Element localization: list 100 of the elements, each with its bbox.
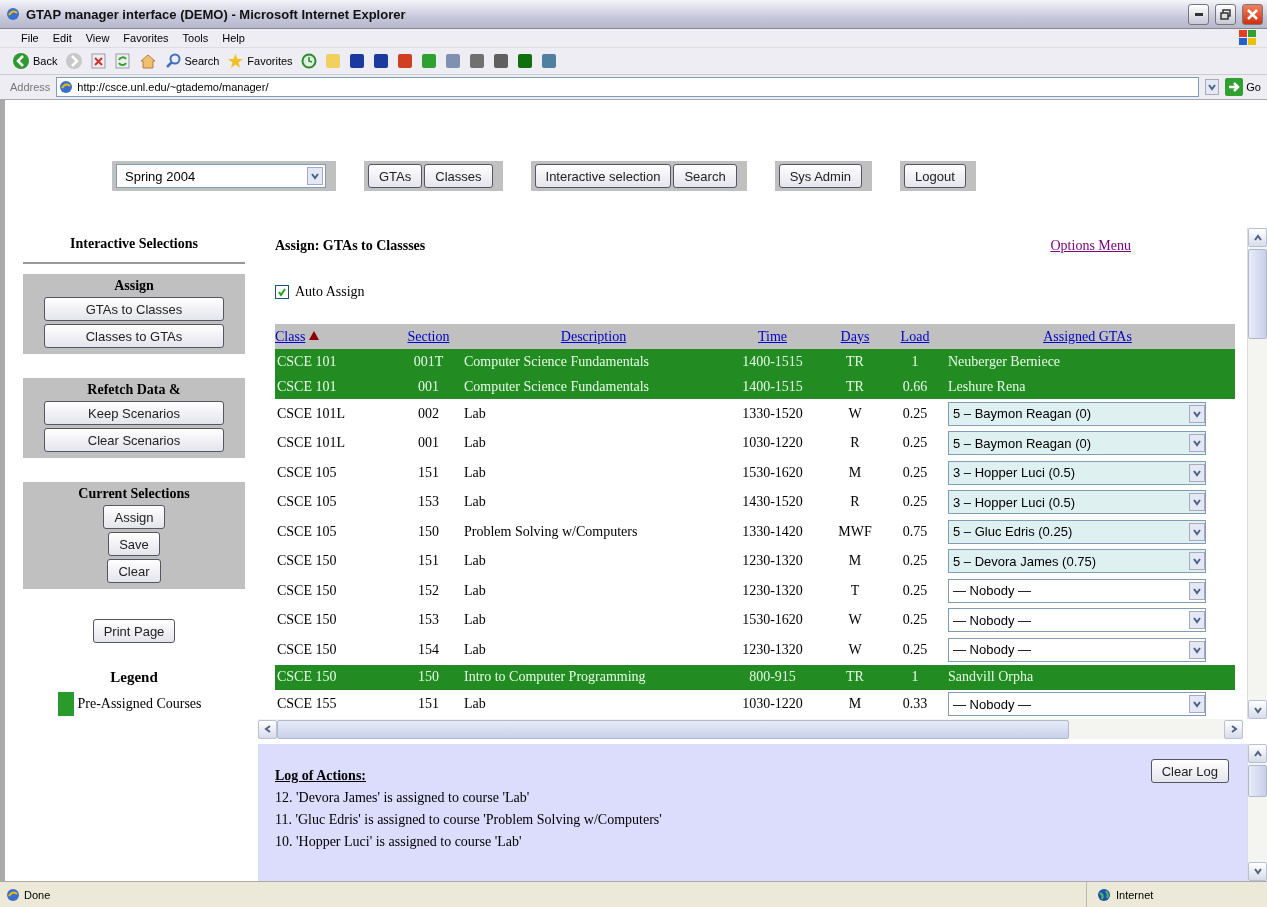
- table-cell: 150: [395, 664, 462, 690]
- sidebar-button[interactable]: GTAs to Classes: [44, 297, 224, 321]
- gta-select[interactable]: 3 – Hopper Luci (0.5): [948, 490, 1206, 515]
- gta-select[interactable]: 5 – Devora James (0.75): [948, 549, 1206, 574]
- toolbar-square-icon[interactable]: [540, 53, 557, 69]
- stop-icon[interactable]: [91, 53, 108, 69]
- menu-item[interactable]: File: [14, 32, 46, 44]
- table-cell-text: 152: [417, 581, 440, 600]
- table-cell-text: 0.25: [901, 640, 929, 659]
- gta-select[interactable]: — Nobody —: [948, 608, 1206, 633]
- menu-item[interactable]: View: [78, 32, 117, 44]
- gta-select[interactable]: 5 – Baymon Reagan (0): [948, 401, 1206, 426]
- table-cell-text: Lab: [463, 581, 487, 600]
- table-cell-text: Lab: [463, 434, 487, 453]
- table-cell-text: R: [849, 434, 861, 453]
- refresh-icon[interactable]: [115, 53, 132, 69]
- address-dropdown[interactable]: [1205, 79, 1220, 95]
- options-link[interactable]: Options Menu: [1050, 238, 1131, 254]
- gta-select[interactable]: 5 – Gluc Edris (0.25): [948, 519, 1206, 544]
- nav-button[interactable]: Logout: [904, 164, 966, 188]
- gta-select[interactable]: 3 – Hopper Luci (0.5): [948, 460, 1206, 485]
- windows-flag-icon: [1237, 28, 1259, 48]
- window-title: GTAP manager interface (DEMO) - Microsoft Internet Explorer: [26, 6, 407, 22]
- legend-label: Pre-Assigned Courses: [77, 696, 202, 712]
- table-cell-text: 0.25: [901, 552, 929, 571]
- clear-log-button[interactable]: Clear Log: [1150, 759, 1229, 784]
- menu-item[interactable]: Tools: [175, 32, 216, 44]
- auto-assign-label: Auto Assign: [295, 284, 365, 300]
- table-cell: 001T: [395, 349, 462, 374]
- log-entry: 10. 'Hopper Luci' is assigned to course 'Lab': [275, 834, 523, 851]
- horizontal-scrollbar[interactable]: [258, 719, 1243, 740]
- address-field[interactable]: http://csce.unl.edu/~gtademo/manager/: [56, 77, 1200, 97]
- scrollbar-thumb[interactable]: [1248, 249, 1267, 339]
- table-cell: 001: [395, 374, 462, 399]
- table-cell-text: W: [847, 640, 863, 659]
- gta-select[interactable]: — Nobody —: [948, 692, 1206, 717]
- toolbar-square-icon[interactable]: [348, 53, 365, 69]
- table-cell: W: [820, 399, 890, 429]
- menu-item[interactable]: Edit: [45, 32, 79, 44]
- auto-assign-checkbox[interactable]: [275, 285, 289, 299]
- gta-select[interactable]: 5 – Baymon Reagan (0): [948, 431, 1206, 456]
- scrollbar-thumb[interactable]: [1248, 765, 1267, 798]
- toolbar-square-icon[interactable]: [372, 53, 389, 69]
- nav-button[interactable]: Interactive selection: [534, 164, 672, 188]
- table-cell-text: CSCE 150: [276, 640, 338, 659]
- table-cell-text: 1230-1320: [741, 640, 804, 659]
- sidebar-button[interactable]: Classes to GTAs: [44, 324, 224, 348]
- table-cell: 1400-1515: [725, 374, 820, 399]
- table-cell: CSCE 155: [275, 689, 395, 719]
- table-cell: 0.25: [890, 399, 940, 429]
- table-cell: CSCE 101: [275, 374, 395, 399]
- table-cell: Lab: [462, 399, 725, 429]
- table-cell-text: 0.25: [901, 434, 929, 453]
- close-icon: [1247, 8, 1258, 20]
- table-cell: 002: [395, 399, 462, 429]
- print-button[interactable]: Print Page: [92, 619, 176, 643]
- sidebar-button[interactable]: Assign: [103, 505, 165, 529]
- table-cell-text: Lab: [463, 552, 487, 571]
- toolbar-square-icon[interactable]: [516, 53, 533, 69]
- column-header[interactable]: Assigned GTAs: [1043, 328, 1132, 344]
- table-cell-text: MWF: [837, 522, 873, 541]
- nav-button[interactable]: GTAs: [368, 164, 423, 188]
- vertical-scrollbar[interactable]: [1247, 744, 1267, 881]
- table-cell-text: 153: [417, 611, 440, 630]
- sidebar-button[interactable]: Clear: [107, 559, 161, 583]
- nav-button[interactable]: Sys Admin: [778, 164, 863, 188]
- go-button[interactable]: Go: [1225, 78, 1267, 96]
- table-cell: 1: [890, 664, 940, 690]
- menu-item[interactable]: Help: [215, 32, 252, 44]
- home-icon[interactable]: [139, 53, 158, 69]
- toolbar-square-icon[interactable]: [492, 53, 509, 69]
- semester-select[interactable]: Spring 2004: [116, 164, 326, 188]
- table-cell-text: 150: [417, 522, 440, 541]
- table-cell: 0.33: [890, 689, 940, 719]
- search-button[interactable]: Search: [165, 53, 220, 69]
- history-icon[interactable]: [300, 53, 317, 69]
- table-cell: 151: [395, 689, 462, 719]
- nav-button[interactable]: Search: [673, 164, 737, 188]
- column-header[interactable]: Description: [560, 328, 627, 344]
- minimize-button[interactable]: [1188, 3, 1209, 25]
- vertical-scrollbar[interactable]: [1247, 228, 1267, 720]
- table-cell-text: CSCE 150: [276, 552, 338, 571]
- back-button[interactable]: Back: [12, 52, 58, 70]
- table-cell-text: 151: [417, 463, 440, 482]
- gta-select[interactable]: — Nobody —: [948, 637, 1206, 662]
- toolbar-square-icon[interactable]: [396, 53, 413, 69]
- close-button[interactable]: [1242, 3, 1263, 25]
- menu-item[interactable]: Favorites: [116, 32, 176, 44]
- table-cell-text: T: [849, 581, 861, 600]
- table-cell-text: 1030-1220: [741, 434, 804, 453]
- table-cell-text: 154: [417, 640, 440, 659]
- minimize-icon: [1194, 12, 1203, 16]
- favorites-button[interactable]: Favorites: [227, 53, 293, 69]
- toolbar-square-icon[interactable]: [468, 53, 485, 69]
- nav-button[interactable]: Classes: [424, 164, 493, 188]
- sidebar-button[interactable]: Clear Scenarios: [44, 428, 224, 452]
- restore-button[interactable]: [1215, 3, 1236, 25]
- sidebar-button[interactable]: Keep Scenarios: [44, 401, 224, 425]
- sidebar-button[interactable]: Save: [108, 532, 160, 556]
- gta-select[interactable]: — Nobody —: [948, 578, 1206, 603]
